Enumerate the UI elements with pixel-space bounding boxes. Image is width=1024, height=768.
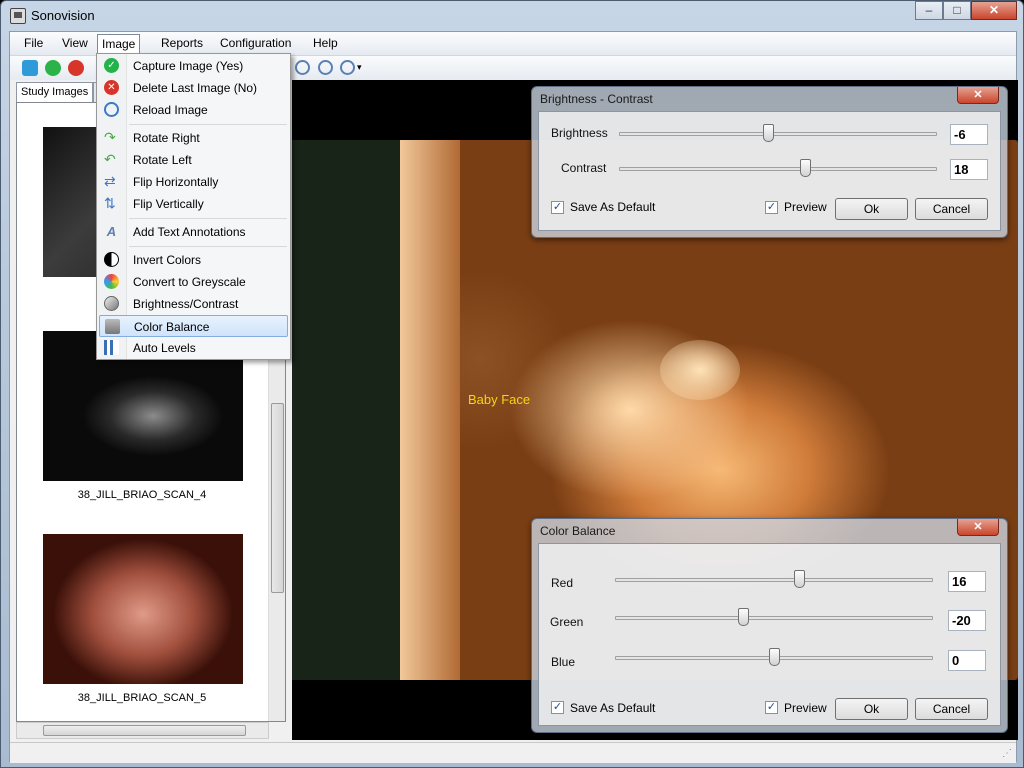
check-icon[interactable] [45, 60, 61, 76]
menu-help[interactable]: Help [309, 36, 342, 53]
dialog-close-button[interactable]: ✕ [957, 519, 999, 536]
horizontal-scrollbar[interactable] [16, 722, 269, 739]
dialog-body: Brightness -6 Contrast 18 ✓ Save As Defa… [538, 111, 1001, 231]
menu-separator [129, 218, 287, 219]
cancel-button[interactable]: Cancel [915, 698, 988, 720]
minimize-button[interactable]: – [915, 1, 943, 20]
brightness-slider[interactable] [763, 124, 774, 142]
maximize-button[interactable]: □ [943, 1, 971, 20]
contrast-slider[interactable] [800, 159, 811, 177]
blue-value[interactable]: 0 [948, 650, 986, 671]
menu-item-add-text-annotations[interactable]: A Add Text Annotations [99, 221, 288, 243]
contrast-track[interactable] [619, 167, 937, 171]
color-balance-dialog: Color Balance ✕ Red 16 Green -20 Blue 0 … [531, 518, 1008, 733]
menu-separator [129, 124, 287, 125]
invert-icon [104, 252, 119, 267]
menu-image[interactable]: Image [97, 34, 141, 55]
menu-item-color-balance[interactable]: Color Balance [99, 315, 288, 337]
ok-button[interactable]: Ok [835, 698, 908, 720]
chevron-down-icon[interactable]: ▾ [357, 62, 362, 73]
brightness-icon [104, 296, 119, 311]
tab-study-images[interactable]: Study Images [16, 82, 94, 102]
reload-icon [104, 102, 119, 117]
dialog-body: Red 16 Green -20 Blue 0 ✓ Save As Defaul… [538, 543, 1001, 726]
save-default-label: Save As Default [570, 701, 656, 715]
contrast-value[interactable]: 18 [950, 159, 988, 180]
save-default-checkbox[interactable]: ✓ [551, 201, 564, 214]
red-track[interactable] [615, 578, 933, 582]
palette-icon [104, 274, 119, 289]
ok-button[interactable]: Ok [835, 198, 908, 220]
image-menu-dropdown: ✓ Capture Image (Yes) ✕ Delete Last Imag… [96, 53, 291, 360]
thumbnail-image[interactable] [43, 534, 243, 684]
cancel-icon[interactable] [68, 60, 84, 76]
rotate-left-icon: ↶ [104, 151, 116, 167]
brightness-contrast-dialog: Brightness - Contrast ✕ Brightness -6 Co… [531, 86, 1008, 238]
blue-label: Blue [551, 655, 576, 669]
menu-item-auto-levels[interactable]: Auto Levels [99, 337, 288, 359]
green-slider[interactable] [738, 608, 749, 626]
zoom-icon[interactable] [295, 60, 310, 75]
scrollbar-thumb[interactable] [43, 725, 246, 736]
dialog-title: Color Balance [540, 524, 616, 538]
window-title: Sonovision [31, 8, 95, 23]
title-bar[interactable]: Sonovision – □ ✕ [1, 1, 1023, 31]
x-circle-icon: ✕ [104, 80, 119, 95]
menu-item-rotate-right[interactable]: ↷ Rotate Right [99, 127, 288, 149]
menu-item-capture-image[interactable]: ✓ Capture Image (Yes) [99, 55, 288, 77]
save-default-label: Save As Default [570, 200, 656, 214]
close-button[interactable]: ✕ [971, 1, 1017, 20]
color-balance-icon [105, 319, 120, 334]
brightness-label: Brightness [551, 126, 608, 140]
app-window: Sonovision – □ ✕ File View Image Reports… [0, 0, 1024, 768]
rotate-right-icon: ↷ [104, 129, 116, 145]
flip-horizontal-icon: ⇄ [104, 173, 116, 189]
save-default-checkbox[interactable]: ✓ [551, 701, 564, 714]
new-icon[interactable] [22, 60, 38, 76]
green-track[interactable] [615, 616, 933, 620]
menu-configuration[interactable]: Configuration [216, 36, 295, 53]
menu-item-flip-horizontally[interactable]: ⇄ Flip Horizontally [99, 171, 288, 193]
preview-checkbox[interactable]: ✓ [765, 201, 778, 214]
red-slider[interactable] [794, 570, 805, 588]
text-annotation[interactable]: Baby Face [468, 392, 530, 407]
blue-slider[interactable] [769, 648, 780, 666]
resize-grip-icon[interactable]: ⋰ [1002, 749, 1014, 761]
thumbnail-label: 38_JILL_BRIAO_SCAN_5 [77, 692, 207, 704]
red-value[interactable]: 16 [948, 571, 986, 592]
cancel-button[interactable]: Cancel [915, 198, 988, 220]
scrollbar-thumb[interactable] [271, 403, 284, 593]
preview-checkbox[interactable]: ✓ [765, 701, 778, 714]
contrast-label: Contrast [561, 161, 607, 175]
dialog-close-button[interactable]: ✕ [957, 87, 999, 104]
menu-file[interactable]: File [20, 36, 47, 53]
zoom-out-icon[interactable] [340, 60, 355, 75]
brightness-value[interactable]: -6 [950, 124, 988, 145]
text-annotation-icon: A [106, 224, 117, 239]
preview-label: Preview [784, 200, 827, 214]
menu-item-convert-greyscale[interactable]: Convert to Greyscale [99, 271, 288, 293]
red-label: Red [551, 576, 574, 590]
check-circle-icon: ✓ [104, 58, 119, 73]
preview-label: Preview [784, 701, 827, 715]
status-bar: ⋰ [10, 742, 1016, 763]
app-icon [10, 8, 26, 24]
brightness-track[interactable] [619, 132, 937, 136]
menu-item-flip-vertically[interactable]: ⇅ Flip Vertically [99, 193, 288, 215]
menu-reports[interactable]: Reports [157, 36, 207, 53]
zoom-in-icon[interactable] [318, 60, 333, 75]
menu-item-rotate-left[interactable]: ↶ Rotate Left [99, 149, 288, 171]
auto-levels-icon [104, 340, 119, 355]
flip-vertical-icon: ⇅ [104, 195, 116, 211]
menu-view[interactable]: View [58, 36, 92, 53]
green-value[interactable]: -20 [948, 610, 986, 631]
thumbnail-label: 38_JILL_BRIAO_SCAN_4 [77, 489, 207, 501]
menu-item-reload-image[interactable]: Reload Image [99, 99, 288, 121]
menu-item-brightness-contrast[interactable]: Brightness/Contrast [99, 293, 288, 315]
dialog-title: Brightness - Contrast [540, 92, 653, 106]
green-label: Green [550, 615, 584, 629]
menu-item-invert-colors[interactable]: Invert Colors [99, 249, 288, 271]
menu-item-delete-last-image[interactable]: ✕ Delete Last Image (No) [99, 77, 288, 99]
menu-separator [129, 246, 287, 247]
